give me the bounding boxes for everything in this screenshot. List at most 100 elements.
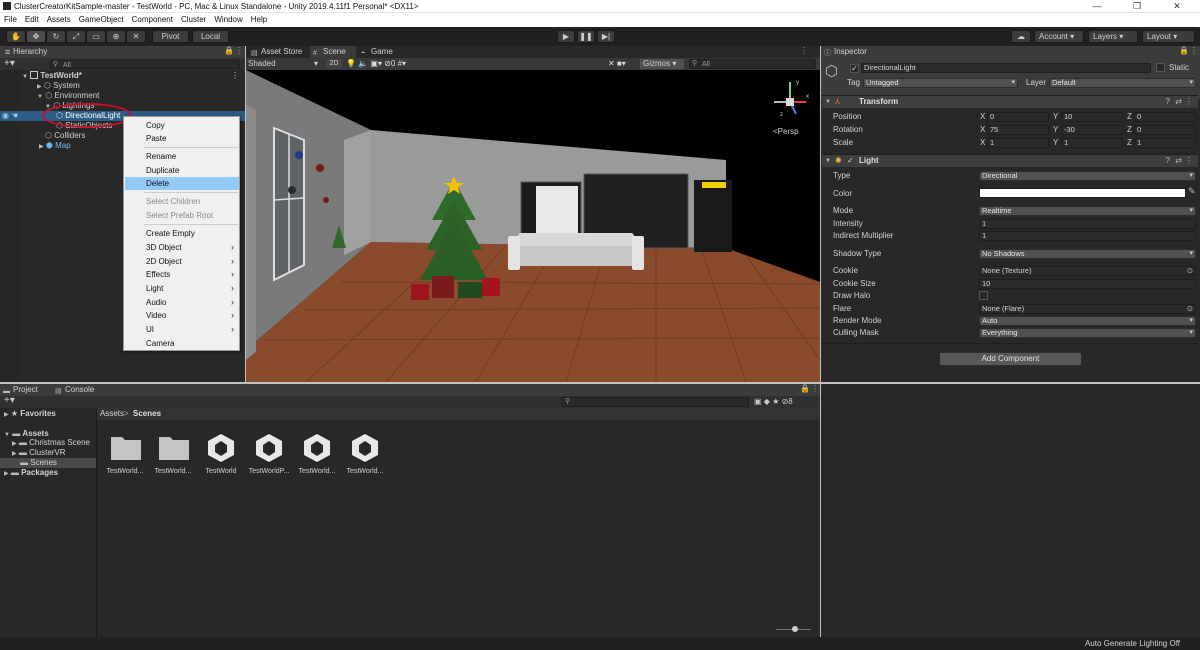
tree-folder-scenes[interactable]: ▬ Scenes bbox=[0, 458, 96, 468]
menu-help[interactable]: Help bbox=[247, 13, 271, 27]
move-tool-icon[interactable]: ✥ bbox=[26, 30, 46, 43]
rotate-tool-icon[interactable]: ↻ bbox=[46, 30, 66, 43]
collapse-arrow-icon[interactable]: ▼ bbox=[825, 96, 831, 108]
collapse-arrow-icon[interactable]: ▼ bbox=[825, 155, 831, 167]
menu-item-delete[interactable]: Delete bbox=[125, 177, 239, 190]
menu-item-duplicate[interactable]: Duplicate bbox=[125, 164, 239, 177]
hierarchy-search-input[interactable]: All bbox=[50, 60, 240, 69]
scene-menu-icon[interactable]: ⋮ bbox=[231, 71, 239, 81]
shadow-type-dropdown[interactable]: No Shadows bbox=[979, 249, 1196, 259]
menu-item-copy[interactable]: Copy bbox=[125, 119, 239, 132]
filter-label-icon[interactable]: ◆ bbox=[764, 397, 770, 406]
scale-tool-icon[interactable]: ⤢ bbox=[66, 30, 86, 43]
culling-mask-dropdown[interactable]: Everything bbox=[979, 328, 1196, 338]
shading-mode-dropdown[interactable]: Shaded ▾ bbox=[248, 59, 320, 69]
menu-component[interactable]: Component bbox=[128, 13, 177, 27]
light-type-dropdown[interactable]: Directional bbox=[979, 171, 1196, 181]
active-checkbox[interactable]: ✓ bbox=[850, 64, 859, 73]
indirect-multiplier-field[interactable]: 1 bbox=[979, 231, 1196, 241]
layer-dropdown[interactable]: Default bbox=[1049, 78, 1196, 88]
hidden-objects-icon[interactable]: ⊘ bbox=[384, 59, 391, 68]
rotation-y-field[interactable]: -30 bbox=[1061, 125, 1123, 135]
panel-menu-icon[interactable]: ⋮ bbox=[800, 46, 808, 55]
menu-item-ui[interactable]: UI › bbox=[125, 323, 239, 336]
menu-item-audio[interactable]: Audio › bbox=[125, 296, 239, 309]
panel-menu-icon[interactable]: ⋮ bbox=[235, 46, 243, 55]
breadcrumb-scenes[interactable]: Scenes bbox=[133, 409, 161, 418]
tag-dropdown[interactable]: Untagged bbox=[863, 78, 1018, 88]
help-icon[interactable]: ? bbox=[1166, 96, 1170, 108]
intensity-field[interactable]: 1 bbox=[979, 219, 1196, 229]
tree-favorites[interactable]: ▶ ★ Favorites bbox=[0, 409, 96, 419]
create-plus-icon[interactable]: +▾ bbox=[4, 395, 15, 406]
menu-cluster[interactable]: Cluster bbox=[177, 13, 210, 27]
menu-file[interactable]: File bbox=[0, 13, 21, 27]
menu-assets[interactable]: Assets bbox=[43, 13, 75, 27]
menu-item-create-empty[interactable]: Create Empty bbox=[125, 227, 239, 240]
tab-scene[interactable]: # Scene bbox=[310, 46, 356, 58]
pivot-button[interactable]: Pivot bbox=[152, 30, 189, 43]
create-plus-icon[interactable]: +▾ bbox=[4, 58, 15, 69]
lock-icon[interactable]: 🔒 bbox=[224, 46, 234, 55]
tools-icon[interactable]: ✕ bbox=[608, 59, 615, 68]
menu-gameobject[interactable]: GameObject bbox=[75, 13, 128, 27]
play-button[interactable]: ▶ bbox=[557, 30, 575, 43]
menu-edit[interactable]: Edit bbox=[21, 13, 43, 27]
menu-item-light[interactable]: Light › bbox=[125, 282, 239, 295]
scene-viewport[interactable]: y x z <Persp bbox=[246, 70, 820, 382]
layers-dropdown[interactable]: Layers ▾ bbox=[1088, 30, 1138, 43]
hierarchy-item-environment[interactable]: ▼ ⬡ Environment bbox=[0, 91, 245, 101]
presets-icon[interactable]: ⇄ bbox=[1175, 96, 1182, 108]
lock-icon[interactable]: 🔒 bbox=[800, 384, 810, 393]
2d-toggle[interactable]: 2D bbox=[326, 59, 342, 69]
asset-item[interactable]: TestWorld... bbox=[100, 430, 150, 478]
perspective-label[interactable]: <Persp bbox=[773, 127, 799, 136]
custom-tool-icon[interactable]: ✕ bbox=[126, 30, 146, 43]
hierarchy-root[interactable]: ▼ TestWorld* ⋮ bbox=[0, 71, 245, 81]
rect-tool-icon[interactable]: ▭ bbox=[86, 30, 106, 43]
scene-search-input[interactable]: All bbox=[689, 59, 816, 69]
visibility-eye-icon[interactable]: ◉ bbox=[2, 111, 9, 121]
zoom-slider-thumb[interactable] bbox=[792, 626, 798, 632]
hand-tool-icon[interactable]: ✋ bbox=[6, 30, 26, 43]
tree-folder-clustervr[interactable]: ▶ ▬ ClusterVR bbox=[0, 448, 96, 458]
close-button[interactable]: ✕ bbox=[1157, 0, 1197, 13]
breadcrumb-assets[interactable]: Assets bbox=[100, 409, 124, 418]
menu-item-effects[interactable]: Effects › bbox=[125, 268, 239, 281]
effects-toggle-icon[interactable]: ▣▾ bbox=[370, 59, 382, 68]
favorite-star-icon[interactable]: ★ bbox=[772, 397, 779, 406]
cookie-size-field[interactable]: 10 bbox=[979, 279, 1196, 289]
add-component-button[interactable]: Add Component bbox=[939, 352, 1082, 366]
grid-toggle-icon[interactable]: #▾ bbox=[398, 59, 406, 68]
expand-arrow-icon[interactable]: ▶ bbox=[39, 144, 44, 150]
panel-menu-icon[interactable]: ⋮ bbox=[1190, 46, 1198, 55]
pause-button[interactable]: ❚❚ bbox=[577, 30, 595, 43]
tree-packages[interactable]: ▶ ▬ Packages bbox=[0, 468, 96, 478]
menu-item-video[interactable]: Video › bbox=[125, 309, 239, 322]
minimize-button[interactable]: — bbox=[1077, 0, 1117, 13]
tab-inspector[interactable]: ⓘ Inspector bbox=[821, 46, 881, 58]
collab-cloud-icon[interactable]: ☁ bbox=[1011, 30, 1031, 43]
draw-halo-checkbox[interactable] bbox=[979, 291, 988, 300]
menu-item-paste[interactable]: Paste bbox=[125, 132, 239, 145]
maximize-button[interactable]: ❐ bbox=[1117, 0, 1157, 13]
scale-x-field[interactable]: 1 bbox=[987, 138, 1049, 148]
layout-dropdown[interactable]: Layout ▾ bbox=[1142, 30, 1195, 43]
panel-menu-icon[interactable]: ⋮ bbox=[811, 384, 819, 393]
expand-arrow-icon[interactable]: ▶ bbox=[4, 412, 9, 418]
eyedropper-icon[interactable]: ✎ bbox=[1188, 186, 1196, 197]
project-search-input[interactable] bbox=[561, 397, 749, 407]
pickable-hand-icon[interactable]: ☚ bbox=[11, 111, 18, 121]
transform-header[interactable]: ▼ ⅄ Transform ? ⇄ ⋮ bbox=[822, 95, 1198, 108]
menu-item-2d-object[interactable]: 2D Object › bbox=[125, 255, 239, 268]
position-z-field[interactable]: 0 bbox=[1134, 112, 1196, 122]
menu-item-rename[interactable]: Rename bbox=[125, 150, 239, 163]
menu-item-camera[interactable]: Camera bbox=[125, 337, 239, 350]
object-picker-icon[interactable]: ⊙ bbox=[1187, 305, 1193, 313]
scale-z-field[interactable]: 1 bbox=[1134, 138, 1196, 148]
render-mode-dropdown[interactable]: Auto bbox=[979, 316, 1196, 326]
position-x-field[interactable]: 0 bbox=[987, 112, 1049, 122]
collapse-arrow-icon[interactable]: ▼ bbox=[37, 94, 43, 100]
tree-folder-christmas[interactable]: ▶ ▬ Christmas Scene bbox=[0, 438, 96, 448]
menu-item-3d-object[interactable]: 3D Object › bbox=[125, 241, 239, 254]
